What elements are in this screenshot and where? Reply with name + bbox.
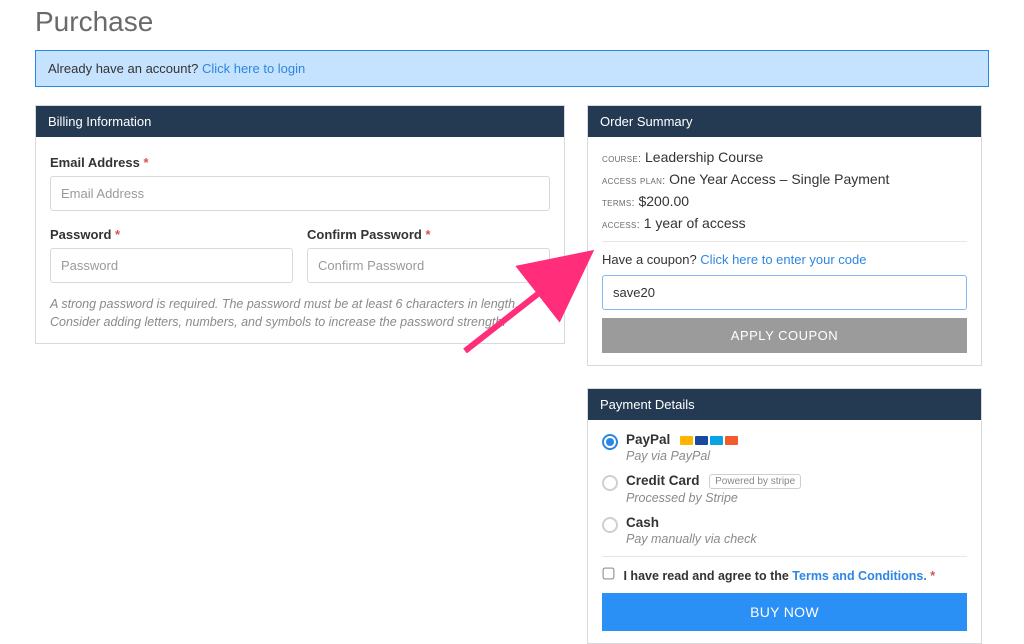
summary-terms-val: $200.00 xyxy=(638,193,689,209)
confirm-password-field[interactable] xyxy=(307,248,550,283)
payment-cash-title: Cash xyxy=(626,515,659,530)
payment-option-credit-card[interactable]: Credit Card Powered by stripe Processed … xyxy=(602,473,967,505)
terms-checkbox[interactable] xyxy=(603,568,615,580)
payment-divider xyxy=(602,556,967,557)
confirm-password-label: Confirm Password * xyxy=(307,227,550,242)
payment-option-paypal[interactable]: PayPal Pay via PayPal xyxy=(602,432,967,463)
required-asterisk: * xyxy=(425,227,430,242)
password-label-text: Password xyxy=(50,227,111,242)
login-notice: Already have an account? Click here to l… xyxy=(35,50,989,87)
paypal-cards-icon xyxy=(680,436,738,445)
summary-plan-key: ACCESS PLAN: xyxy=(602,175,666,187)
terms-link[interactable]: Terms and Conditions. xyxy=(792,569,927,583)
payment-paypal-sub: Pay via PayPal xyxy=(626,449,738,463)
summary-access-val: 1 year of access xyxy=(644,215,746,231)
radio-cash[interactable] xyxy=(602,517,618,533)
summary-course-val: Leadership Course xyxy=(645,149,763,165)
coupon-reveal-link[interactable]: Click here to enter your code xyxy=(700,252,866,267)
apply-coupon-button[interactable]: APPLY COUPON xyxy=(602,318,967,353)
payment-details-panel: Payment Details PayPal Pay via PayPal xyxy=(587,388,982,644)
terms-prefix: I have read and agree to the xyxy=(623,569,792,583)
required-asterisk: * xyxy=(143,155,148,170)
summary-terms-key: TERMS: xyxy=(602,197,635,209)
password-field[interactable] xyxy=(50,248,293,283)
coupon-prompt: Have a coupon? Click here to enter your … xyxy=(602,252,967,267)
payment-paypal-title: PayPal xyxy=(626,432,670,447)
buy-now-button[interactable]: BUY NOW xyxy=(602,593,967,631)
payment-cash-sub: Pay manually via check xyxy=(626,532,757,546)
payment-cc-title: Credit Card xyxy=(626,473,700,488)
confirm-password-label-text: Confirm Password xyxy=(307,227,422,242)
billing-header: Billing Information xyxy=(36,106,564,137)
login-link[interactable]: Click here to login xyxy=(202,61,305,76)
required-asterisk: * xyxy=(930,569,935,583)
password-hint: A strong password is required. The passw… xyxy=(50,295,550,331)
payment-cc-sub: Processed by Stripe xyxy=(626,491,801,505)
billing-panel: Billing Information Email Address * Pass… xyxy=(35,105,565,344)
summary-divider xyxy=(602,241,967,242)
payment-details-header: Payment Details xyxy=(588,389,981,420)
coupon-field[interactable] xyxy=(602,275,967,310)
coupon-prompt-text: Have a coupon? xyxy=(602,252,700,267)
required-asterisk: * xyxy=(115,227,120,242)
login-notice-text: Already have an account? xyxy=(48,61,202,76)
summary-access-key: ACCESS: xyxy=(602,219,640,231)
email-field[interactable] xyxy=(50,176,550,211)
password-label: Password * xyxy=(50,227,293,242)
page-title: Purchase xyxy=(35,6,989,38)
email-label: Email Address * xyxy=(50,155,550,170)
payment-option-cash[interactable]: Cash Pay manually via check xyxy=(602,515,967,546)
radio-paypal[interactable] xyxy=(602,434,618,450)
order-summary-header: Order Summary xyxy=(588,106,981,137)
summary-course-key: COURSE: xyxy=(602,153,641,165)
radio-credit-card[interactable] xyxy=(602,475,618,491)
email-label-text: Email Address xyxy=(50,155,140,170)
order-summary-panel: Order Summary COURSE: Leadership Course … xyxy=(587,105,982,366)
terms-row: I have read and agree to the Terms and C… xyxy=(602,567,967,583)
stripe-badge: Powered by stripe xyxy=(709,474,801,489)
summary-plan-val: One Year Access – Single Payment xyxy=(669,171,889,187)
